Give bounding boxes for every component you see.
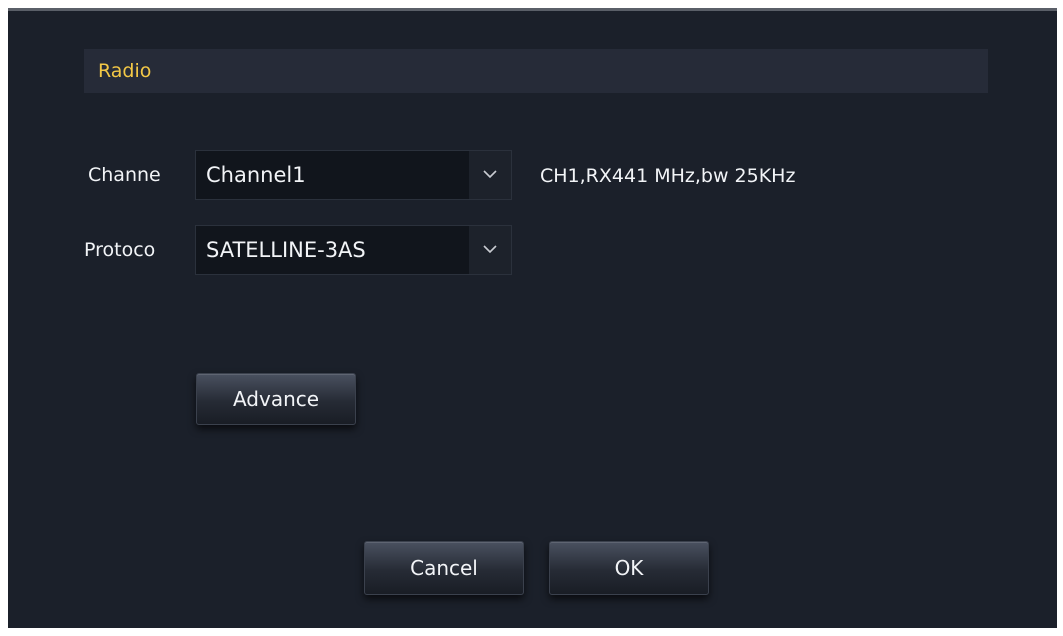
dialog-header: Radio xyxy=(84,49,988,93)
protocol-label: Protoco xyxy=(84,239,156,261)
protocol-select-value: SATELLINE-3AS xyxy=(206,238,366,262)
chevron-down-icon xyxy=(483,245,497,254)
channel-select-value: Channel1 xyxy=(206,163,306,187)
dialog-title: Radio xyxy=(98,60,152,82)
protocol-select[interactable]: SATELLINE-3AS xyxy=(195,225,512,275)
channel-dropdown-button[interactable] xyxy=(469,151,511,199)
advance-button[interactable]: Advance xyxy=(196,373,356,425)
chevron-down-icon xyxy=(483,170,497,179)
cancel-button[interactable]: Cancel xyxy=(364,541,524,595)
channel-select[interactable]: Channel1 xyxy=(195,150,512,200)
protocol-dropdown-button[interactable] xyxy=(469,226,511,274)
channel-info-text: CH1,RX441 MHz,bw 25KHz xyxy=(540,165,796,187)
ok-button[interactable]: OK xyxy=(549,541,709,595)
channel-label: Channe xyxy=(88,164,161,186)
radio-dialog: Radio Channe Channel1 CH1,RX441 MHz,bw 2… xyxy=(8,8,1057,628)
